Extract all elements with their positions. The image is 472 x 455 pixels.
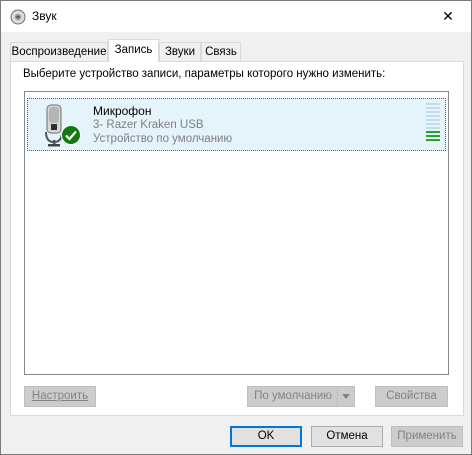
level-segment — [426, 123, 440, 125]
title-bar[interactable]: Звук ✕ — [1, 1, 471, 32]
default-check-icon — [61, 125, 81, 145]
level-segment — [426, 111, 440, 113]
configure-label: Настроить — [31, 390, 89, 402]
apply-button[interactable]: Применить — [391, 426, 463, 447]
level-segment — [426, 135, 440, 137]
set-default-button[interactable]: По умолчанию — [247, 386, 355, 407]
close-button[interactable]: ✕ — [425, 1, 471, 32]
device-item-microphone[interactable]: Микрофон 3- Razer Kraken USB Устройство … — [27, 98, 446, 151]
level-meter — [426, 103, 440, 145]
set-default-label: По умолчанию — [254, 390, 332, 402]
tab-sounds[interactable]: Звуки — [159, 42, 201, 61]
level-segment — [426, 119, 440, 121]
device-name: Микрофон — [93, 104, 152, 118]
device-model: 3- Razer Kraken USB — [93, 119, 204, 131]
close-icon: ✕ — [442, 8, 454, 24]
tab-label: Звуки — [164, 46, 195, 58]
level-segment — [426, 139, 440, 141]
sound-dialog: Звук ✕ Воспроизведение Запись Звуки Связ… — [0, 0, 472, 455]
window-title: Звук — [32, 9, 57, 23]
set-default-dropdown[interactable] — [337, 387, 354, 406]
tab-playback[interactable]: Воспроизведение — [10, 42, 108, 61]
level-segment — [426, 107, 440, 109]
cancel-label: Отмена — [326, 430, 368, 442]
speaker-icon — [10, 9, 26, 25]
configure-button[interactable]: Настроить — [24, 386, 96, 407]
ok-button[interactable]: OK — [230, 426, 302, 447]
apply-label: Применить — [397, 430, 457, 442]
level-segment — [426, 131, 440, 133]
chevron-down-icon — [342, 394, 350, 399]
cancel-button[interactable]: Отмена — [311, 426, 383, 447]
tab-label: Связь — [205, 46, 237, 58]
level-segment — [426, 115, 440, 117]
recording-tab-panel: Выберите устройство записи, параметры ко… — [10, 61, 464, 416]
properties-label: Свойства — [386, 390, 437, 402]
level-segment — [426, 103, 440, 105]
properties-button[interactable]: Свойства — [375, 386, 448, 407]
tab-recording[interactable]: Запись — [108, 39, 159, 62]
tab-label: Запись — [114, 44, 153, 56]
ok-label: OK — [257, 430, 275, 442]
tab-communications[interactable]: Связь — [201, 42, 241, 61]
level-segment — [426, 127, 440, 129]
device-list[interactable]: Микрофон 3- Razer Kraken USB Устройство … — [24, 91, 449, 375]
device-status: Устройство по умолчанию — [93, 133, 233, 145]
instruction-text: Выберите устройство записи, параметры ко… — [23, 68, 386, 80]
tab-label: Воспроизведение — [11, 46, 107, 58]
